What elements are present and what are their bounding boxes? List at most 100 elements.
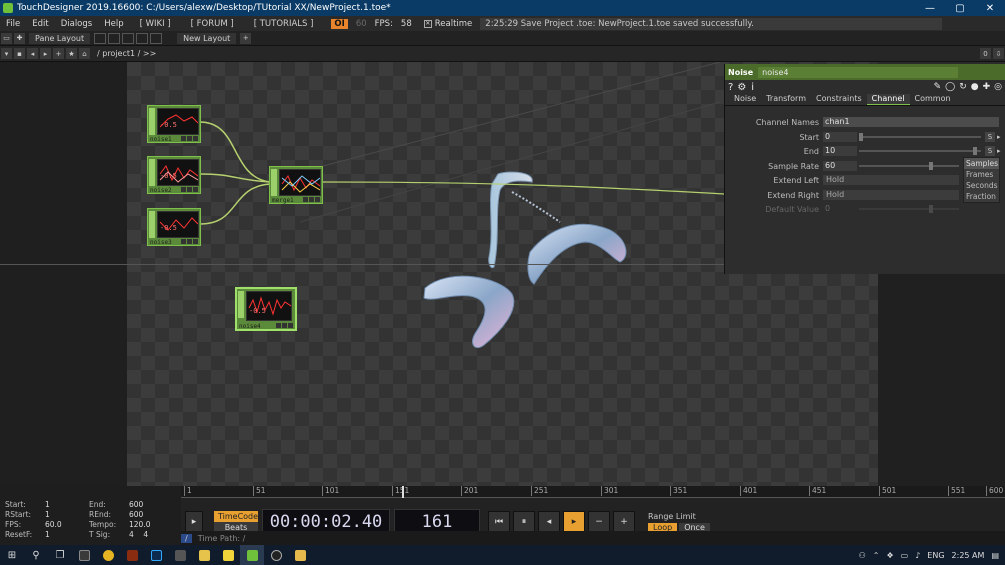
clock[interactable]: 2:25 AM <box>952 551 985 560</box>
node-merge1[interactable]: merge1 <box>269 166 323 204</box>
rstart-value[interactable]: 1 <box>45 510 89 519</box>
dropbox-icon[interactable]: ❖ <box>886 551 893 560</box>
language-indicator[interactable]: ENG <box>927 551 944 560</box>
node-noise1[interactable]: -0.5 noise1 <box>147 105 201 143</box>
operator-name-field[interactable]: noise4 <box>758 66 959 78</box>
wiki-link[interactable]: [ WIKI ] <box>133 19 178 29</box>
settings-icon[interactable]: ◎ <box>994 82 1002 92</box>
playhead[interactable] <box>402 486 404 498</box>
windows-start-icon[interactable]: ⊞ <box>0 545 24 565</box>
play-forward-button[interactable]: ▸ <box>563 511 585 533</box>
minimize-button[interactable]: — <box>915 0 945 16</box>
layout-single-icon[interactable] <box>94 32 107 44</box>
layout-quad-icon[interactable] <box>136 32 149 44</box>
end-slider[interactable] <box>859 147 981 155</box>
tray-up-icon[interactable]: ⌃ <box>873 551 880 560</box>
menu-edit[interactable]: Edit <box>26 19 54 29</box>
maximize-button[interactable]: ▢ <box>945 0 975 16</box>
python-help-icon[interactable]: ⚙ <box>737 82 746 93</box>
tutorials-link[interactable]: [ TUTORIALS ] <box>247 19 321 29</box>
rend-value[interactable]: 600 <box>129 510 169 519</box>
step-back-button[interactable]: − <box>588 511 610 533</box>
unit-option-fraction[interactable]: Fraction <box>964 191 999 202</box>
sample-rate-slider[interactable] <box>859 162 959 170</box>
oi-badge[interactable]: OI <box>331 18 348 29</box>
edit-icon[interactable]: ✎ <box>934 82 942 92</box>
tab-noise[interactable]: Noise <box>729 94 761 105</box>
default-value-input[interactable]: 0 <box>823 204 857 214</box>
layout-grid-icon[interactable] <box>150 32 163 44</box>
zero-button[interactable]: 0 <box>980 48 991 59</box>
default-value-slider[interactable] <box>859 205 959 213</box>
play-reverse-button[interactable]: ◂ <box>538 511 560 533</box>
photoshop-icon[interactable] <box>144 545 168 565</box>
menu-file[interactable]: File <box>0 19 26 29</box>
resetf-value[interactable]: 1 <box>45 530 89 539</box>
menu-dialogs[interactable]: Dialogs <box>55 19 99 29</box>
extend-right-menu[interactable]: Hold <box>823 190 959 200</box>
sample-rate-input[interactable]: 60 <box>823 161 857 171</box>
timecode-toggle[interactable]: TimeCode <box>214 511 258 522</box>
obs-icon[interactable] <box>264 545 288 565</box>
info-icon[interactable]: i <box>751 82 754 93</box>
app-icon[interactable] <box>192 545 216 565</box>
timeline-collapse-icon[interactable]: ▸ <box>185 511 203 533</box>
touchdesigner-taskbar-icon[interactable] <box>240 545 264 565</box>
media-icon[interactable] <box>168 545 192 565</box>
volume-icon[interactable]: ♪ <box>915 551 920 560</box>
pane-type-icon[interactable]: ▪ <box>14 48 25 59</box>
help-icon[interactable]: ? <box>728 82 733 93</box>
extend-left-menu[interactable]: Hold <box>823 175 959 185</box>
node-noise2[interactable]: -0.5 noise2 <box>147 156 201 194</box>
pin-icon[interactable]: ⇩ <box>993 48 1004 59</box>
notifications-icon[interactable]: ▤ <box>991 551 999 560</box>
tab-transform[interactable]: Transform <box>761 94 811 105</box>
unit-option-seconds[interactable]: Seconds <box>964 180 999 191</box>
search-icon[interactable]: ⚲ <box>24 545 48 565</box>
node-noise4[interactable]: -0.5 noise4 <box>235 287 297 331</box>
explorer-icon[interactable] <box>72 545 96 565</box>
layout-split-icon[interactable] <box>108 32 121 44</box>
tab-channel[interactable]: Channel <box>866 94 910 105</box>
end-unit-button[interactable]: S <box>985 146 995 156</box>
start-slider[interactable] <box>859 133 981 141</box>
forum-link[interactable]: [ FORUM ] <box>184 19 241 29</box>
unit-option-frames[interactable]: Frames <box>964 169 999 180</box>
start-value[interactable]: 1 <box>45 500 89 509</box>
new-layout-button[interactable]: New Layout <box>177 32 237 44</box>
time-path-label[interactable]: Time Path: / <box>198 534 246 543</box>
expand-arrow-icon[interactable]: ▸ <box>997 147 1001 155</box>
step-forward-button[interactable]: + <box>613 511 635 533</box>
tsig-value[interactable]: 4 4 <box>129 530 169 539</box>
folder-icon[interactable] <box>288 545 312 565</box>
home-icon[interactable]: ⌂ <box>79 48 90 59</box>
channel-names-input[interactable]: chan1 <box>823 117 999 127</box>
tempo-value[interactable]: 120.0 <box>129 520 169 529</box>
rewind-button[interactable]: ⏮ <box>488 511 510 533</box>
notes-icon[interactable] <box>216 545 240 565</box>
task-view-icon[interactable]: ❐ <box>48 545 72 565</box>
animate-icon[interactable] <box>120 545 144 565</box>
realtime-checkbox[interactable]: ✕ <box>423 19 432 28</box>
start-input[interactable]: 0 <box>823 132 857 142</box>
end-input[interactable]: 10 <box>823 146 857 156</box>
add-param-icon[interactable]: ✚ <box>983 82 991 92</box>
pane-layout-button[interactable]: Pane Layout <box>29 32 91 44</box>
start-unit-button[interactable]: S <box>985 132 995 142</box>
pane-tools-icon[interactable]: ✚ <box>14 32 25 44</box>
add-icon[interactable]: + <box>53 48 64 59</box>
close-button[interactable]: ✕ <box>975 0 1005 16</box>
refresh-icon[interactable]: ↻ <box>959 82 967 92</box>
time-path-root[interactable]: / <box>181 533 192 543</box>
expand-arrow-icon[interactable]: ▸ <box>997 133 1001 141</box>
chrome-icon[interactable] <box>96 545 120 565</box>
color-icon[interactable]: ● <box>971 82 979 92</box>
timeline-ruler[interactable]: 1 51 101 151 201 251 301 351 401 451 501… <box>181 486 1005 498</box>
add-layout-button[interactable]: + <box>240 32 252 44</box>
tab-constraints[interactable]: Constraints <box>811 94 867 105</box>
unit-option-samples[interactable]: Samples <box>964 158 999 169</box>
back-arrow-icon[interactable]: ◂ <box>27 48 38 59</box>
end-value[interactable]: 600 <box>129 500 169 509</box>
tab-common[interactable]: Common <box>910 94 956 105</box>
network-path[interactable]: / project1 / >> <box>97 49 156 58</box>
